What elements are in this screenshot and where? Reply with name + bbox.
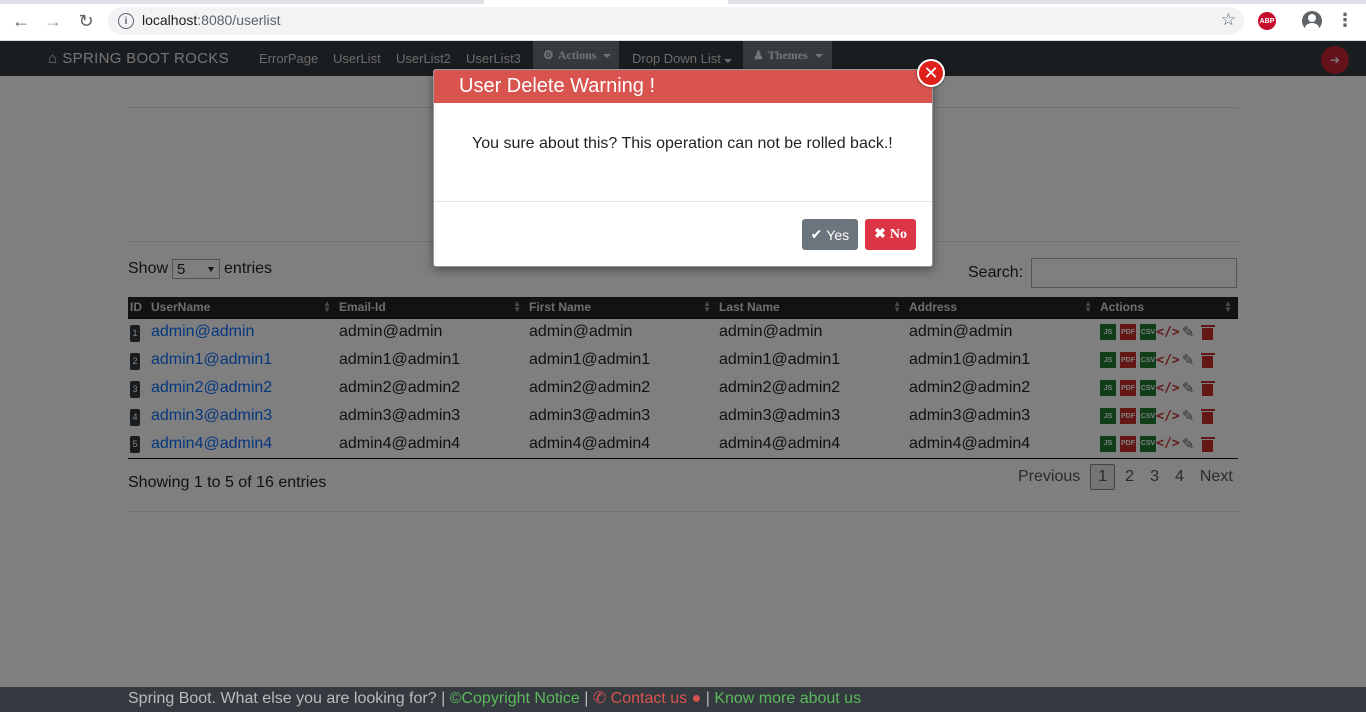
dialog-footer: ✔ Yes ✖ No bbox=[801, 219, 916, 250]
adblock-extension-icon[interactable]: ABP bbox=[1258, 12, 1276, 30]
yes-button[interactable]: ✔ Yes bbox=[801, 219, 859, 250]
footer-separator: | bbox=[705, 690, 710, 707]
url-path: :8080/userlist bbox=[197, 12, 281, 28]
delete-warning-dialog: User Delete Warning ! ✕ You sure about t… bbox=[433, 59, 945, 267]
url-host: localhost bbox=[142, 12, 198, 28]
copyright-link[interactable]: Copyright Notice bbox=[461, 690, 579, 707]
check-icon: ✔ bbox=[810, 226, 823, 242]
footer-separator: | bbox=[584, 690, 589, 707]
address-bar[interactable]: i localhost:8080/userlist ☆ bbox=[108, 7, 1244, 35]
no-button-label: No bbox=[889, 226, 907, 242]
know-more-link[interactable]: Know more about us bbox=[714, 690, 861, 707]
dialog-message: You sure about this? This operation can … bbox=[434, 103, 932, 202]
site-info-icon[interactable]: i bbox=[118, 13, 134, 29]
browser-menu-icon[interactable]: ⋮ bbox=[1336, 10, 1354, 31]
copyright-icon: © bbox=[449, 690, 462, 707]
url-text[interactable]: localhost:8080/userlist bbox=[142, 12, 281, 28]
account-avatar-icon[interactable] bbox=[1302, 11, 1322, 31]
chat-bubble-icon: ● bbox=[687, 690, 702, 707]
back-icon[interactable]: ← bbox=[9, 9, 33, 33]
forward-icon[interactable]: → bbox=[41, 9, 65, 33]
x-icon: ✖ bbox=[874, 227, 886, 242]
active-tab[interactable] bbox=[484, 0, 728, 4]
no-button[interactable]: ✖ No bbox=[865, 219, 916, 250]
phone-icon: ✆ bbox=[592, 690, 607, 707]
footer-text: Spring Boot. What else you are looking f… bbox=[128, 690, 446, 707]
tab-strip bbox=[0, 0, 1366, 4]
reload-icon[interactable]: ↻ bbox=[74, 9, 98, 33]
yes-button-label: Yes bbox=[826, 226, 850, 243]
browser-toolbar: ← → ↻ i localhost:8080/userlist ☆ ABP ⋮ bbox=[0, 0, 1366, 41]
bookmark-star-icon[interactable]: ☆ bbox=[1221, 10, 1236, 30]
close-icon[interactable]: ✕ bbox=[917, 59, 945, 87]
contact-link[interactable]: Contact us bbox=[611, 690, 687, 707]
dialog-title: User Delete Warning ! bbox=[434, 70, 932, 103]
footer: Spring Boot. What else you are looking f… bbox=[0, 687, 1366, 712]
